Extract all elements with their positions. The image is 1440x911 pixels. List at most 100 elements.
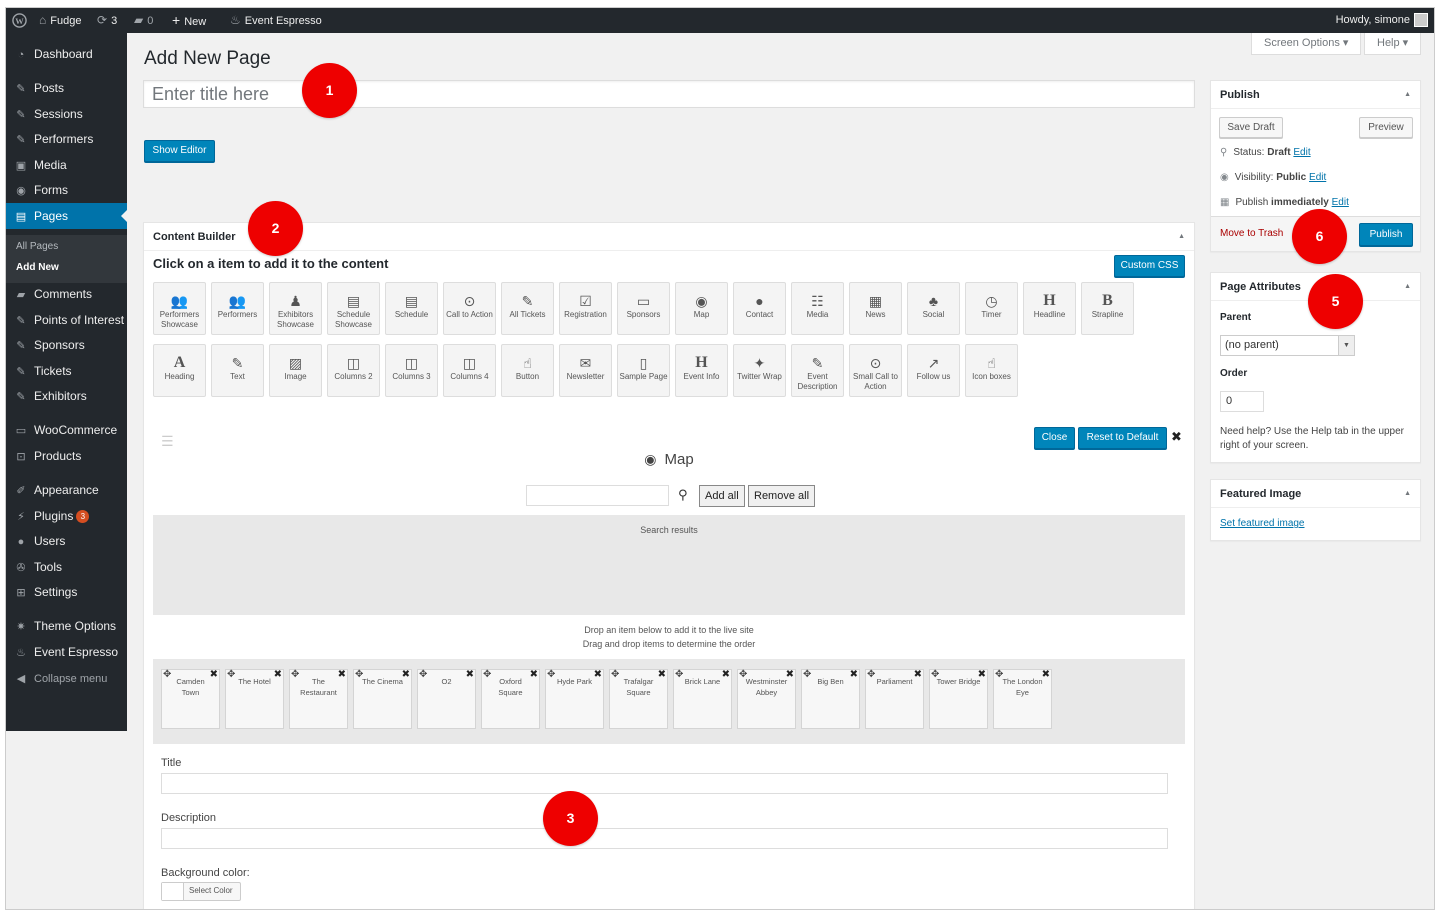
- toggle-arrow-icon[interactable]: ▲: [1404, 480, 1411, 508]
- sidebar-item-forms[interactable]: ◉ Forms: [6, 177, 127, 203]
- sidebar-item-theme-options[interactable]: ✷ Theme Options: [6, 613, 127, 639]
- account-menu[interactable]: Howdy, simone: [1336, 8, 1428, 33]
- site-name-link[interactable]: ⌂ Fudge: [39, 8, 81, 33]
- edit-visibility-link[interactable]: Edit: [1309, 172, 1326, 183]
- wordpress-logo-icon[interactable]: W: [12, 8, 27, 33]
- map-place-card[interactable]: ✥ ✖ The Restaurant: [289, 669, 348, 729]
- preview-button[interactable]: Preview: [1359, 117, 1413, 138]
- remove-icon[interactable]: ✖: [402, 669, 410, 680]
- map-place-card[interactable]: ✥ ✖ Brick Lane: [673, 669, 732, 729]
- drop-area[interactable]: ✥ ✖ Camden Town ✥ ✖ The Hotel ✥ ✖ The Restaurant…: [153, 659, 1185, 744]
- sidebar-item-pages[interactable]: ▤ Pages: [6, 203, 127, 229]
- remove-icon[interactable]: ✖: [274, 669, 282, 680]
- edit-date-link[interactable]: Edit: [1332, 197, 1349, 208]
- builder-item-social[interactable]: ♣ Social: [907, 282, 960, 335]
- toggle-arrow-icon[interactable]: ▲: [1404, 273, 1411, 301]
- sidebar-item-points-of-interest[interactable]: ✎ Points of Interest: [6, 307, 127, 333]
- sidebar-item-tickets[interactable]: ✎ Tickets: [6, 358, 127, 384]
- builder-item-exhibitors-showcase[interactable]: ♟ Exhibitors Showcase: [269, 282, 322, 335]
- map-place-card[interactable]: ✥ ✖ Westminster Abbey: [737, 669, 796, 729]
- builder-item-columns-4[interactable]: ◫ Columns 4: [443, 344, 496, 397]
- builder-item-text[interactable]: ✎ Text: [211, 344, 264, 397]
- builder-item-newsletter[interactable]: ✉ Newsletter: [559, 344, 612, 397]
- edit-status-link[interactable]: Edit: [1293, 147, 1310, 158]
- remove-icon[interactable]: ✖: [850, 669, 858, 680]
- remove-icon[interactable]: ✖: [722, 669, 730, 680]
- move-icon[interactable]: ✥: [867, 669, 875, 680]
- builder-item-schedule-showcase[interactable]: ▤ Schedule Showcase: [327, 282, 380, 335]
- remove-panel-icon[interactable]: ✖: [1171, 429, 1182, 445]
- move-icon[interactable]: ✥: [291, 669, 299, 680]
- builder-item-heading[interactable]: A Heading: [153, 344, 206, 397]
- sidebar-item-exhibitors[interactable]: ✎ Exhibitors: [6, 383, 127, 409]
- show-editor-button[interactable]: Show Editor: [144, 140, 215, 162]
- title-field[interactable]: [161, 773, 1168, 794]
- map-place-card[interactable]: ✥ ✖ Camden Town: [161, 669, 220, 729]
- submenu-all-pages[interactable]: All Pages: [16, 241, 58, 252]
- map-place-card[interactable]: ✥ ✖ Parliament: [865, 669, 924, 729]
- new-content-link[interactable]: + New: [172, 8, 206, 33]
- map-place-card[interactable]: ✥ ✖ Oxford Square: [481, 669, 540, 729]
- builder-item-follow-us[interactable]: ↗ Follow us: [907, 344, 960, 397]
- remove-icon[interactable]: ✖: [338, 669, 346, 680]
- move-icon[interactable]: ✥: [739, 669, 747, 680]
- sidebar-item-settings[interactable]: ⊞ Settings: [6, 579, 127, 605]
- builder-item-icon-boxes[interactable]: ☝ Icon boxes: [965, 344, 1018, 397]
- move-to-trash-link[interactable]: Move to Trash: [1220, 228, 1283, 239]
- sidebar-item-posts[interactable]: ✎ Posts: [6, 75, 127, 101]
- remove-icon[interactable]: ✖: [530, 669, 538, 680]
- move-icon[interactable]: ✥: [803, 669, 811, 680]
- select-color-button[interactable]: Select Color: [161, 882, 241, 901]
- map-place-card[interactable]: ✥ ✖ O2: [417, 669, 476, 729]
- move-icon[interactable]: ✥: [611, 669, 619, 680]
- sidebar-item-comments[interactable]: ▰ Comments: [6, 281, 127, 307]
- sidebar-item-performers[interactable]: ✎ Performers: [6, 126, 127, 152]
- move-icon[interactable]: ✥: [675, 669, 683, 680]
- featured-image-heading[interactable]: Featured Image ▲: [1211, 480, 1420, 508]
- sidebar-item-event-espresso[interactable]: ♨ Event Espresso: [6, 639, 127, 665]
- map-place-card[interactable]: ✥ ✖ Big Ben: [801, 669, 860, 729]
- set-featured-image-link[interactable]: Set featured image: [1220, 518, 1305, 529]
- builder-item-schedule[interactable]: ▤ Schedule: [385, 282, 438, 335]
- sidebar-item-tools[interactable]: ✇ Tools: [6, 554, 127, 580]
- remove-icon[interactable]: ✖: [786, 669, 794, 680]
- toggle-arrow-icon[interactable]: ▲: [1178, 223, 1185, 251]
- move-icon[interactable]: ✥: [547, 669, 555, 680]
- map-search-input[interactable]: [526, 485, 669, 506]
- move-icon[interactable]: ✥: [419, 669, 427, 680]
- remove-icon[interactable]: ✖: [658, 669, 666, 680]
- remove-icon[interactable]: ✖: [594, 669, 602, 680]
- builder-item-button[interactable]: ☝ Button: [501, 344, 554, 397]
- screen-options-button[interactable]: Screen Options ▾: [1251, 33, 1362, 55]
- move-icon[interactable]: ✥: [227, 669, 235, 680]
- drag-handle-icon[interactable]: ☰: [161, 433, 174, 450]
- builder-item-strapline[interactable]: B Strapline: [1081, 282, 1134, 335]
- builder-item-all-tickets[interactable]: ✎ All Tickets: [501, 282, 554, 335]
- builder-item-columns-2[interactable]: ◫ Columns 2: [327, 344, 380, 397]
- builder-item-news[interactable]: ▦ News: [849, 282, 902, 335]
- remove-icon[interactable]: ✖: [914, 669, 922, 680]
- remove-icon[interactable]: ✖: [1042, 669, 1050, 680]
- remove-icon[interactable]: ✖: [978, 669, 986, 680]
- updates-link[interactable]: ⟳ 3: [97, 8, 117, 33]
- builder-item-performers-showcase[interactable]: 👥 Performers Showcase: [153, 282, 206, 335]
- collapse-menu-button[interactable]: ◀ Collapse menu: [6, 665, 127, 691]
- builder-item-twitter-wrap[interactable]: ✦ Twitter Wrap: [733, 344, 786, 397]
- builder-item-columns-3[interactable]: ◫ Columns 3: [385, 344, 438, 397]
- move-icon[interactable]: ✥: [995, 669, 1003, 680]
- comments-link[interactable]: ▰ 0: [134, 8, 153, 33]
- builder-item-timer[interactable]: ◷ Timer: [965, 282, 1018, 335]
- builder-item-registration[interactable]: ☑ Registration: [559, 282, 612, 335]
- remove-icon[interactable]: ✖: [466, 669, 474, 680]
- builder-item-map[interactable]: ◉ Map: [675, 282, 728, 335]
- search-icon[interactable]: ⚲: [678, 487, 688, 503]
- post-title-input[interactable]: [143, 80, 1195, 108]
- sidebar-item-sessions[interactable]: ✎ Sessions: [6, 101, 127, 127]
- map-place-card[interactable]: ✥ ✖ The London Eye: [993, 669, 1052, 729]
- builder-item-media[interactable]: ☷ Media: [791, 282, 844, 335]
- map-place-card[interactable]: ✥ ✖ Hyde Park: [545, 669, 604, 729]
- custom-css-button[interactable]: Custom CSS: [1114, 255, 1185, 277]
- map-place-card[interactable]: ✥ ✖ The Hotel: [225, 669, 284, 729]
- builder-item-event-description[interactable]: ✎ Event Description: [791, 344, 844, 397]
- builder-item-headline[interactable]: H Headline: [1023, 282, 1076, 335]
